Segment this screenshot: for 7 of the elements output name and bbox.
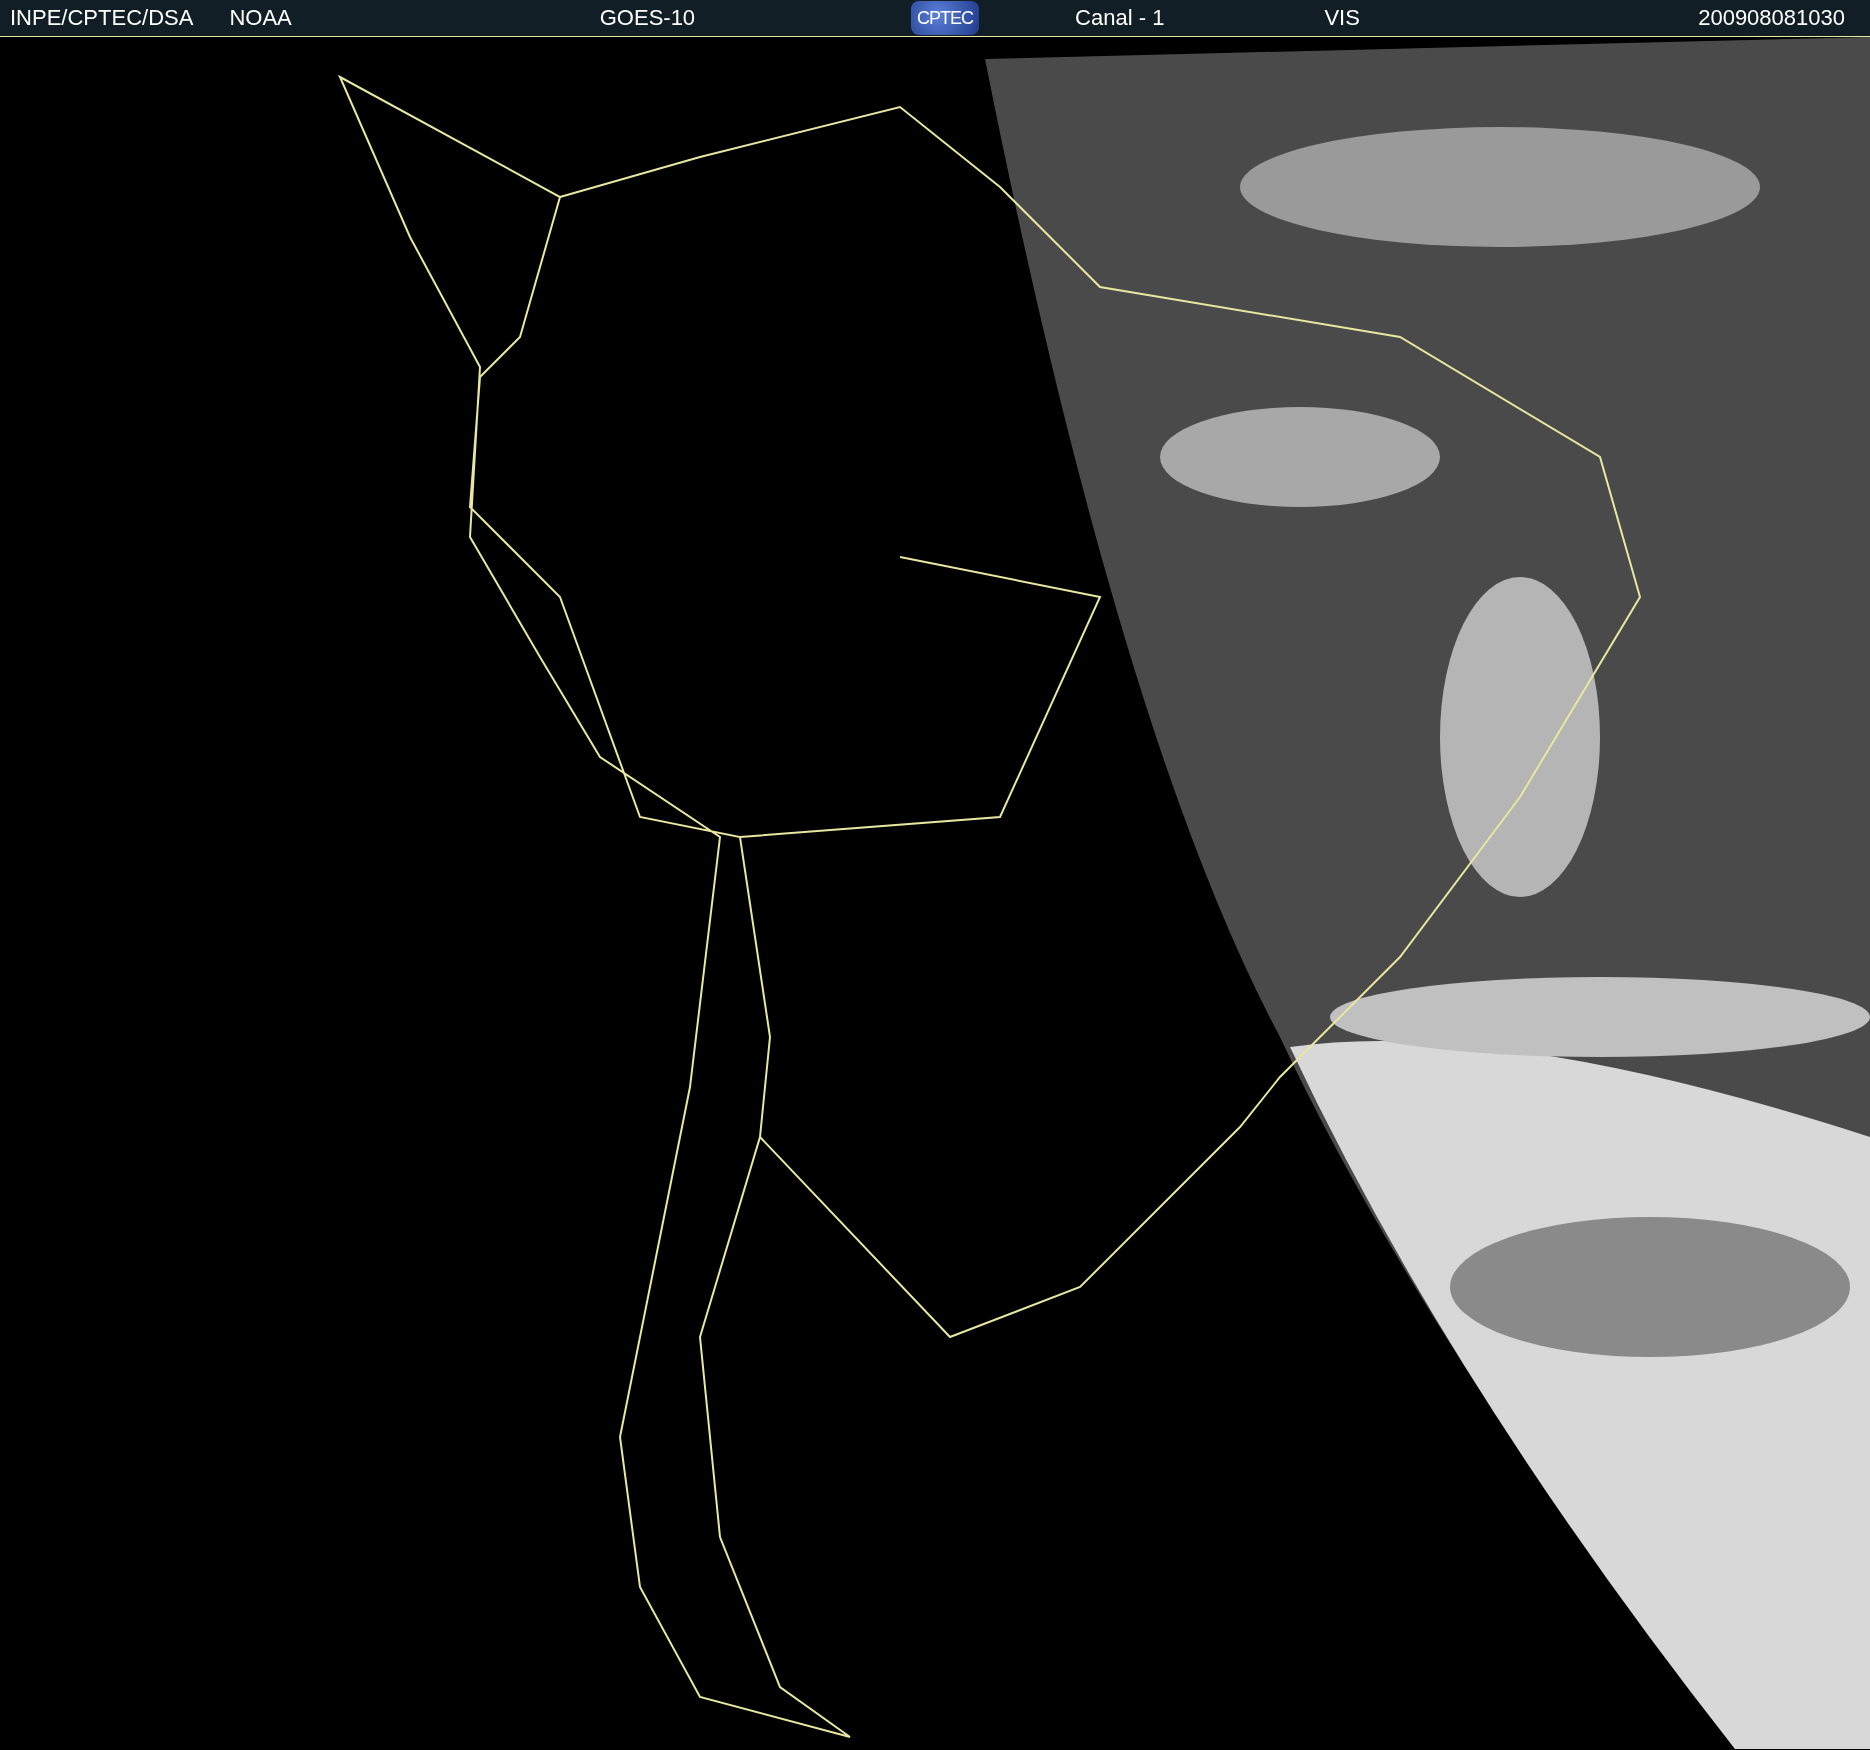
source-label: INPE/CPTEC/DSA [10,5,194,31]
agency-label: NOAA [229,5,292,31]
band-label: VIS [1324,5,1360,31]
timestamp-label: 200908081030 [1698,5,1845,31]
logo: CPTEC [911,1,980,35]
satellite-label: GOES-10 [599,5,696,31]
channel-label: Canal - 1 [1075,5,1165,31]
